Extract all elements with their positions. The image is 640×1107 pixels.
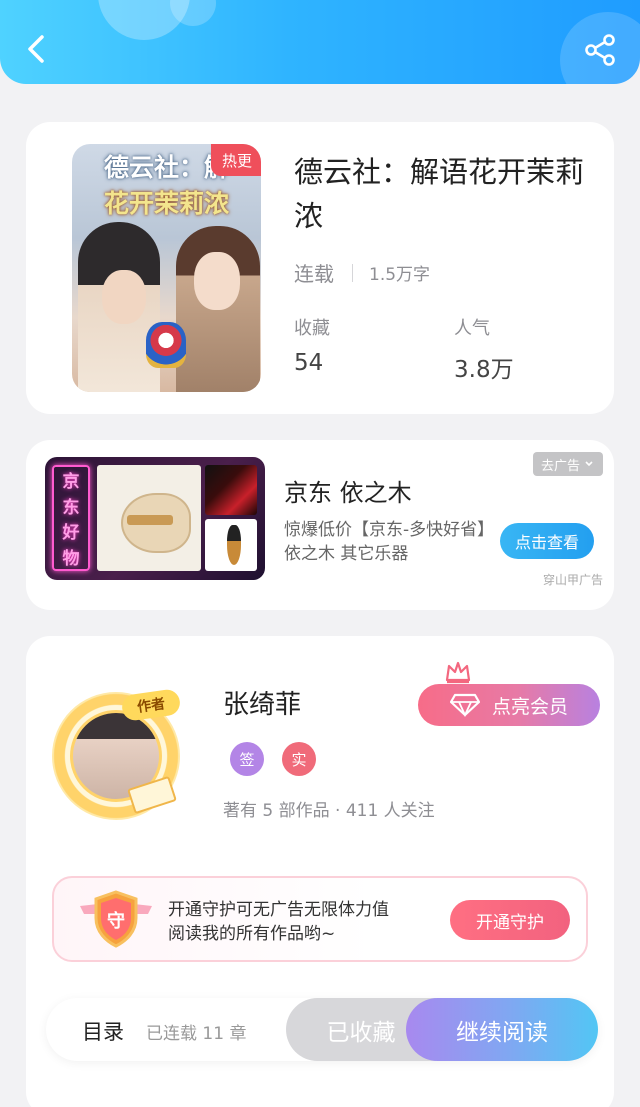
ad-view-button[interactable]: 点击查看 bbox=[500, 523, 594, 559]
word-count: 1.5万字 bbox=[369, 265, 431, 285]
opera-mask-image bbox=[146, 322, 186, 368]
bottom-action-bar: 目录 已连载 11 章 已收藏 继续阅读 bbox=[46, 998, 598, 1061]
share-button[interactable] bbox=[578, 28, 622, 72]
popularity-stat: 人气 3.8万 bbox=[454, 314, 514, 384]
guard-promo-line1: 开通守护可无广告无限体力值 bbox=[168, 900, 389, 920]
ad-title[interactable]: 京东 依之木 bbox=[284, 473, 412, 508]
guard-icon-label: 守 bbox=[107, 910, 125, 932]
cover-figure-right bbox=[176, 226, 260, 392]
table-of-contents-button[interactable]: 目录 bbox=[82, 1016, 124, 1046]
signed-author-badge: 签 bbox=[230, 742, 264, 776]
book-cover[interactable]: 德云社：解 花开茉莉浓 热更 bbox=[72, 144, 261, 392]
share-icon bbox=[585, 34, 615, 66]
ad-neon-char: 京 bbox=[62, 472, 80, 493]
chevron-down-icon bbox=[585, 461, 593, 467]
ad-instrument-detail bbox=[205, 465, 257, 515]
author-avatar[interactable]: 作者 bbox=[52, 688, 182, 820]
diamond-icon bbox=[449, 693, 480, 717]
top-header bbox=[0, 0, 640, 84]
shield-icon: 守 bbox=[80, 890, 152, 948]
activate-vip-button[interactable]: 点亮会员 bbox=[418, 684, 600, 726]
guard-promo-banner[interactable]: 守 开通守护可无广告无限体力值 阅读我的所有作品哟~ 开通守护 bbox=[52, 876, 588, 962]
meta-divider bbox=[352, 263, 353, 282]
hot-update-tag: 热更 bbox=[211, 144, 261, 176]
book-meta: 连载 1.5万字 bbox=[294, 258, 430, 287]
ad-card[interactable]: 京 东 好 物 京东 依之木 惊爆低价【京东-多快好省】依之木 其它乐器 去广告… bbox=[26, 440, 614, 610]
ad-neon-char: 好 bbox=[62, 523, 80, 544]
book-info-card: 德云社：解 花开茉莉浓 热更 德云社：解语花开茉莉浓 连载 1.5万字 收藏 5… bbox=[26, 122, 614, 414]
popularity-label: 人气 bbox=[454, 318, 490, 339]
ad-source-label: 穿山甲广告 bbox=[543, 573, 604, 587]
favorites-stat: 收藏 54 bbox=[294, 314, 330, 376]
popularity-value: 3.8万 bbox=[454, 357, 514, 383]
guard-promo-text: 开通守护可无广告无限体力值 阅读我的所有作品哟~ bbox=[168, 898, 389, 946]
ad-neon-char: 物 bbox=[62, 548, 80, 569]
book-title: 德云社：解语花开茉莉浓 bbox=[294, 155, 585, 233]
vip-label: 点亮会员 bbox=[491, 695, 568, 718]
author-stats: 著有 5 部作品 · 411 人关注 bbox=[223, 801, 435, 821]
chapter-count: 已连载 11 章 bbox=[146, 1024, 247, 1044]
remove-ad-button[interactable]: 去广告 bbox=[533, 452, 603, 476]
ad-description[interactable]: 惊爆低价【京东-多快好省】依之木 其它乐器 bbox=[284, 518, 490, 566]
author-name: 张绮菲 bbox=[223, 690, 302, 720]
cover-title-line2: 花开茉莉浓 bbox=[103, 189, 229, 218]
cover-figure-left bbox=[78, 222, 160, 392]
author-badge: 作者 bbox=[120, 688, 182, 722]
serial-status: 连载 bbox=[294, 262, 334, 286]
ad-neon-sign: 京 东 好 物 bbox=[52, 465, 90, 571]
ad-pipa-image bbox=[97, 465, 201, 571]
remove-ad-label: 去广告 bbox=[540, 458, 580, 474]
ad-neon-char: 东 bbox=[62, 497, 80, 518]
continue-reading-button[interactable]: 继续阅读 bbox=[406, 998, 598, 1061]
favorites-value: 54 bbox=[294, 350, 324, 376]
verified-author-badge: 实 bbox=[282, 742, 316, 776]
back-arrow-icon bbox=[28, 35, 44, 63]
ad-instrument-thumb bbox=[205, 519, 257, 571]
activate-guard-button[interactable]: 开通守护 bbox=[450, 900, 570, 940]
guard-promo-line2: 阅读我的所有作品哟~ bbox=[168, 924, 336, 944]
ad-image[interactable]: 京 东 好 物 bbox=[45, 457, 265, 580]
crown-icon bbox=[445, 661, 471, 684]
favorites-label: 收藏 bbox=[294, 318, 330, 339]
back-button[interactable] bbox=[14, 27, 58, 71]
